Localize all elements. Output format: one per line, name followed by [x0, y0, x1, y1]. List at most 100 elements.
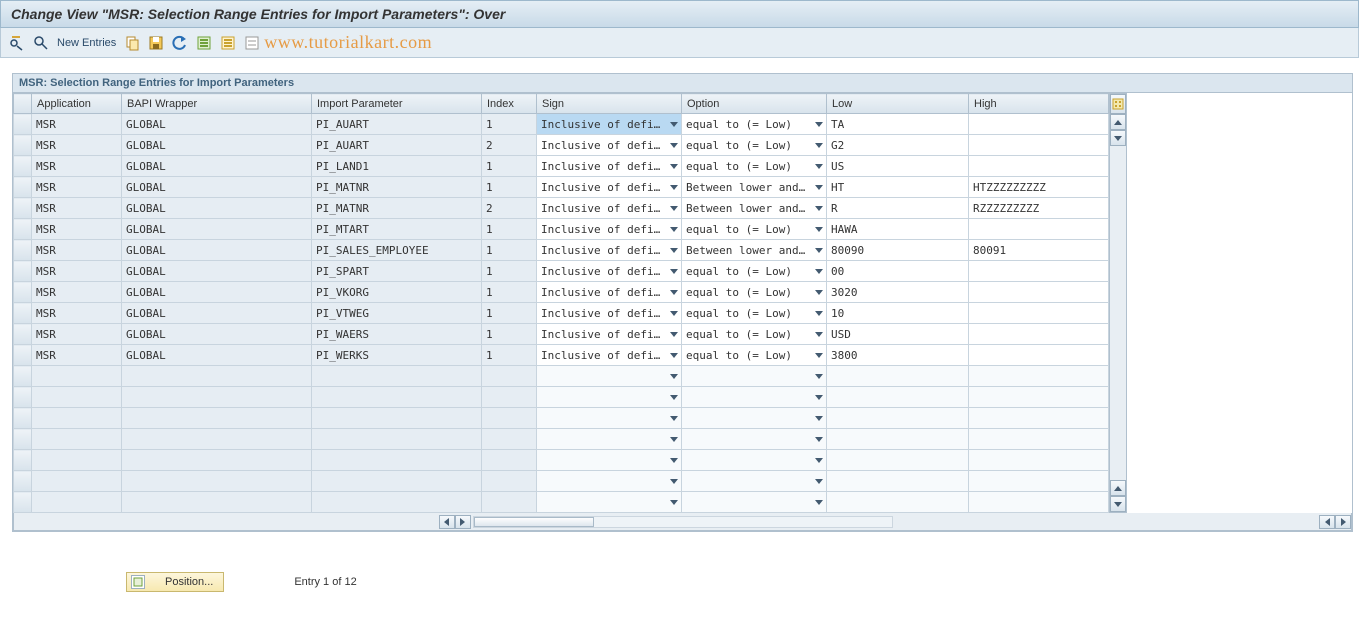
cell-import-parameter[interactable]: PI_VKORG: [312, 282, 482, 303]
cell-low[interactable]: 3800: [827, 345, 969, 366]
cell-application[interactable]: [32, 492, 122, 513]
cell-application[interactable]: MSR: [32, 198, 122, 219]
cell-sign[interactable]: Inclusive of defi…: [537, 177, 682, 198]
cell-bapi-wrapper[interactable]: GLOBAL: [122, 345, 312, 366]
cell-index[interactable]: 1: [482, 156, 537, 177]
cell-option[interactable]: equal to (= Low): [682, 324, 827, 345]
cell-application[interactable]: MSR: [32, 177, 122, 198]
cell-sign[interactable]: Inclusive of defi…: [537, 282, 682, 303]
cell-sign[interactable]: Inclusive of defi…: [537, 345, 682, 366]
cell-option[interactable]: [682, 408, 827, 429]
cell-bapi-wrapper[interactable]: GLOBAL: [122, 261, 312, 282]
cell-low[interactable]: USD: [827, 324, 969, 345]
col-header-low[interactable]: Low: [827, 94, 969, 114]
scroll-right-icon[interactable]: [455, 515, 471, 529]
cell-index[interactable]: [482, 429, 537, 450]
cell-index[interactable]: 1: [482, 345, 537, 366]
scroll-down-icon[interactable]: [1110, 496, 1126, 512]
scroll-left-icon[interactable]: [1319, 515, 1335, 529]
cell-option[interactable]: equal to (= Low): [682, 156, 827, 177]
cell-import-parameter[interactable]: PI_AUART: [312, 114, 482, 135]
cell-option[interactable]: [682, 471, 827, 492]
cell-application[interactable]: MSR: [32, 282, 122, 303]
cell-bapi-wrapper[interactable]: GLOBAL: [122, 198, 312, 219]
col-header-option[interactable]: Option: [682, 94, 827, 114]
cell-high[interactable]: [969, 324, 1109, 345]
col-header-bapi_wrapper[interactable]: BAPI Wrapper: [122, 94, 312, 114]
save-icon[interactable]: [148, 35, 164, 51]
toggle-display-icon[interactable]: [9, 35, 25, 51]
cell-high[interactable]: [969, 492, 1109, 513]
cell-high[interactable]: RZZZZZZZZZ: [969, 198, 1109, 219]
cell-high[interactable]: [969, 429, 1109, 450]
cell-index[interactable]: 2: [482, 198, 537, 219]
cell-option[interactable]: equal to (= Low): [682, 345, 827, 366]
cell-index[interactable]: 1: [482, 177, 537, 198]
cell-bapi-wrapper[interactable]: GLOBAL: [122, 282, 312, 303]
cell-application[interactable]: MSR: [32, 261, 122, 282]
cell-bapi-wrapper[interactable]: GLOBAL: [122, 156, 312, 177]
cell-application[interactable]: [32, 450, 122, 471]
cell-index[interactable]: [482, 366, 537, 387]
vertical-scrollbar[interactable]: [1109, 93, 1127, 513]
cell-application[interactable]: [32, 387, 122, 408]
cell-low[interactable]: [827, 471, 969, 492]
cell-application[interactable]: MSR: [32, 219, 122, 240]
cell-application[interactable]: MSR: [32, 156, 122, 177]
cell-option[interactable]: equal to (= Low): [682, 261, 827, 282]
col-header-application[interactable]: Application: [32, 94, 122, 114]
cell-low[interactable]: [827, 408, 969, 429]
cell-import-parameter[interactable]: PI_VTWEG: [312, 303, 482, 324]
cell-option[interactable]: equal to (= Low): [682, 303, 827, 324]
row-selector[interactable]: [14, 450, 32, 471]
col-header-import_parameter[interactable]: Import Parameter: [312, 94, 482, 114]
cell-sign[interactable]: Inclusive of defi…: [537, 135, 682, 156]
cell-option[interactable]: Between lower and…: [682, 240, 827, 261]
select-block-icon[interactable]: [220, 35, 236, 51]
cell-high[interactable]: [969, 219, 1109, 240]
cell-high[interactable]: [969, 114, 1109, 135]
cell-sign[interactable]: Inclusive of defi…: [537, 303, 682, 324]
row-selector[interactable]: [14, 429, 32, 450]
row-selector[interactable]: [14, 492, 32, 513]
cell-low[interactable]: G2: [827, 135, 969, 156]
cell-option[interactable]: equal to (= Low): [682, 135, 827, 156]
cell-low[interactable]: [827, 387, 969, 408]
cell-sign[interactable]: [537, 366, 682, 387]
scroll-up-icon[interactable]: [1110, 480, 1126, 496]
cell-bapi-wrapper[interactable]: [122, 450, 312, 471]
cell-sign[interactable]: [537, 492, 682, 513]
undo-icon[interactable]: [172, 35, 188, 51]
col-header-index[interactable]: Index: [482, 94, 537, 114]
cell-low[interactable]: [827, 429, 969, 450]
cell-application[interactable]: MSR: [32, 114, 122, 135]
cell-sign[interactable]: Inclusive of defi…: [537, 240, 682, 261]
cell-application[interactable]: MSR: [32, 324, 122, 345]
cell-low[interactable]: 00: [827, 261, 969, 282]
cell-high[interactable]: [969, 387, 1109, 408]
row-selector[interactable]: [14, 303, 32, 324]
cell-sign[interactable]: [537, 387, 682, 408]
cell-import-parameter[interactable]: [312, 492, 482, 513]
cell-application[interactable]: [32, 471, 122, 492]
cell-import-parameter[interactable]: PI_AUART: [312, 135, 482, 156]
cell-import-parameter[interactable]: [312, 429, 482, 450]
cell-application[interactable]: MSR: [32, 240, 122, 261]
cell-high[interactable]: [969, 408, 1109, 429]
cell-index[interactable]: 1: [482, 240, 537, 261]
cell-bapi-wrapper[interactable]: GLOBAL: [122, 324, 312, 345]
cell-low[interactable]: 80090: [827, 240, 969, 261]
cell-bapi-wrapper[interactable]: [122, 387, 312, 408]
cell-sign[interactable]: [537, 450, 682, 471]
cell-low[interactable]: TA: [827, 114, 969, 135]
cell-bapi-wrapper[interactable]: [122, 366, 312, 387]
horizontal-scrollbar[interactable]: [13, 513, 1352, 531]
cell-sign[interactable]: [537, 471, 682, 492]
cell-import-parameter[interactable]: [312, 471, 482, 492]
cell-import-parameter[interactable]: [312, 408, 482, 429]
cell-high[interactable]: [969, 303, 1109, 324]
cell-sign[interactable]: Inclusive of defi…: [537, 198, 682, 219]
scroll-down-icon[interactable]: [1110, 130, 1126, 146]
cell-index[interactable]: [482, 387, 537, 408]
cell-sign[interactable]: Inclusive of defi…: [537, 114, 682, 135]
